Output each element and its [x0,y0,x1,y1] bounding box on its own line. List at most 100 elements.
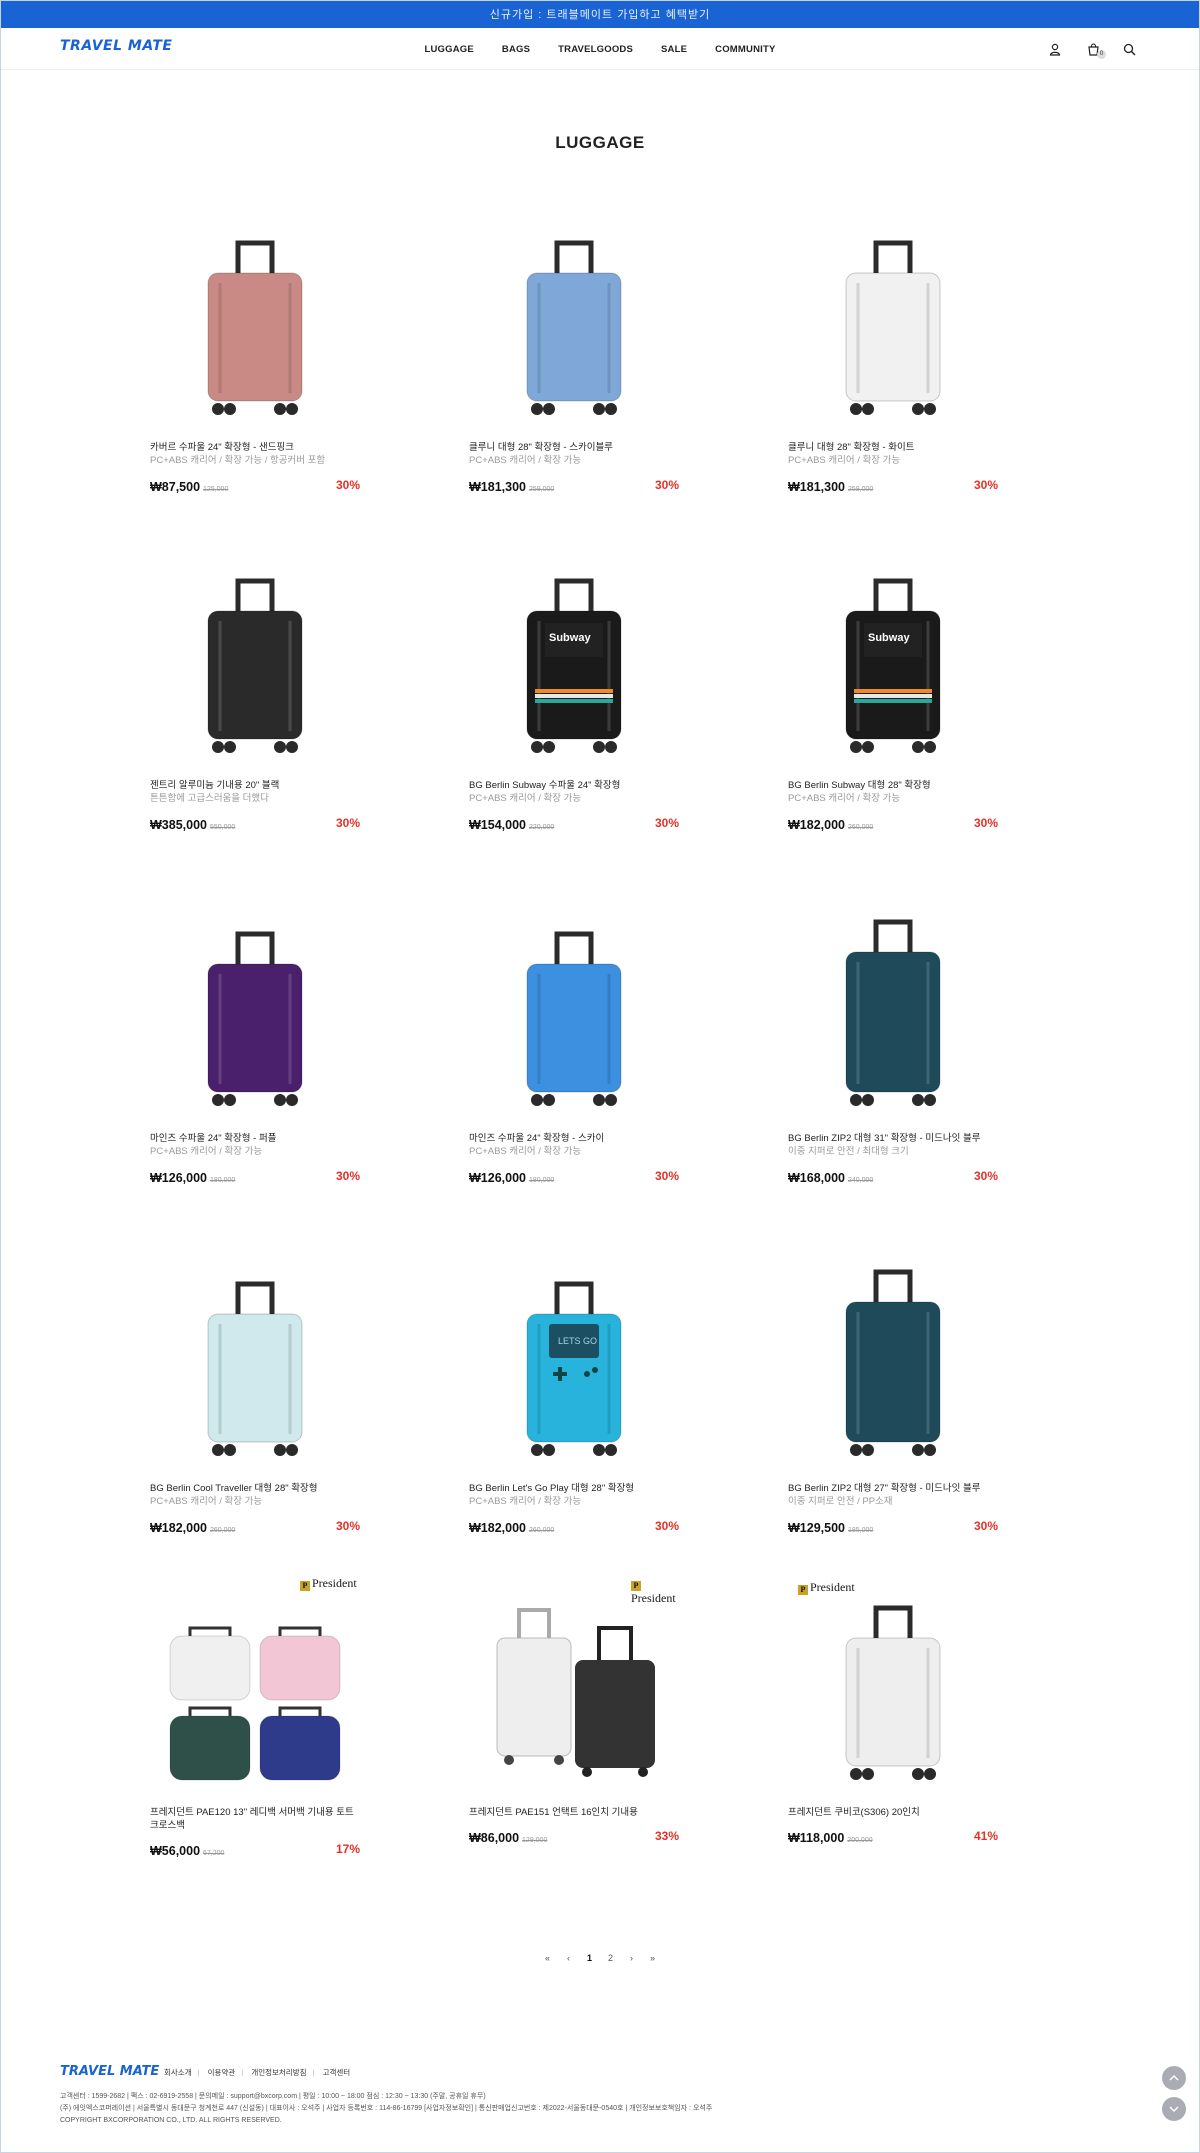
original-price: 259,000 [847,486,874,493]
discount-rate: 30% [973,816,998,830]
product-image[interactable] [150,551,360,761]
product-image[interactable]: LETS GO [469,1254,679,1464]
product-card[interactable]: 클루니 대형 28" 확장형 - 화이트 PC+ABS 캐리어 / 확장 가능 ₩1… [788,213,998,494]
scroll-bottom-button[interactable] [1162,2097,1186,2121]
first-page-button[interactable]: « [537,1953,558,1963]
nav-item-sale[interactable]: SALE [661,44,687,55]
product-name[interactable]: BG Berlin Let's Go Play 대형 28" 확장형 [469,1482,679,1495]
product-image[interactable] [150,1578,360,1788]
search-icon[interactable] [1120,40,1138,58]
product-image[interactable] [150,1254,360,1464]
product-name[interactable]: 클루니 대형 28" 확장형 - 스카이블루 [469,441,679,454]
sale-price: ₩182,000 [469,1521,526,1535]
product-card[interactable]: 마인즈 수파울 24" 확장형 - 스카이 PC+ABS 캐리어 / 확장 가능 ₩… [469,904,679,1185]
nav-item-bags[interactable]: BAGS [502,44,530,55]
product-name[interactable]: BG Berlin Subway 대형 28" 확장형 [788,779,998,792]
product-desc: PC+ABS 캐리어 / 확장 가능 / 항공커버 포함 [150,455,326,466]
product-card[interactable]: 마인즈 수파울 24" 확장형 - 퍼플 PC+ABS 캐리어 / 확장 가능 ₩1… [150,904,360,1185]
discount-rate: 30% [335,1169,360,1183]
price-row: ₩118,000 200,000 41% [788,1829,998,1845]
original-price: 125,000 [203,486,229,493]
product-card[interactable]: LETS GO BG Berlin Let's Go Play 대형 28" 확장… [469,1254,679,1535]
product-image[interactable] [150,213,360,423]
footer-link-privacy[interactable]: 개인정보처리방침 [251,2068,306,2077]
product-name[interactable]: 프레지던트 PAE151 언택트 16인치 기내용 [469,1806,679,1819]
nav-item-community[interactable]: COMMUNITY [715,44,775,55]
product-card[interactable]: 카버르 수파울 24" 확장형 - 샌드핑크 PC+ABS 캐리어 / 확장 가능… [150,213,360,494]
product-image[interactable] [788,1578,998,1788]
product-card[interactable]: BG Berlin ZIP2 대형 31" 확장형 - 미드나잇 블루 이중 지퍼… [788,904,998,1185]
product-image[interactable] [469,1578,679,1788]
product-name[interactable]: 클루니 대형 28" 확장형 - 화이트 [788,441,998,454]
product-image[interactable] [788,904,998,1114]
footer-copyright: COPYRIGHT BXCORPORATION CO., LTD. ALL RI… [60,2117,282,2124]
price-row: ₩154,000 220,000 30% [469,816,679,832]
product-image[interactable] [150,904,360,1114]
product-card[interactable]: 프레지던트 PAE120 13" 레디백 서머백 기내용 토트 크로스백 ₩56,… [150,1576,360,1858]
user-icon[interactable] [1046,40,1064,58]
product-name[interactable]: 마인즈 수파울 24" 확장형 - 스카이 [469,1132,679,1145]
nav-item-travelgoods[interactable]: TRAVELGOODS [558,44,633,55]
product-image[interactable]: Subway [469,551,679,761]
product-name[interactable]: 젠트리 알루미늄 기내용 20" 블랙 [150,779,360,792]
product-card[interactable]: 프레지던트 쿠비코(S306) 20인치 ₩118,000 200,000 41% P P… [788,1578,998,1845]
product-image[interactable]: Subway [788,551,998,761]
footer-link-about[interactable]: 회사소개 [164,2068,192,2077]
product-card[interactable]: BG Berlin ZIP2 대형 27" 확장형 - 미드나잇 블루 이중 지퍼… [788,1254,998,1535]
product-name[interactable]: BG Berlin Cool Traveller 대형 28" 확장형 [150,1482,360,1495]
product-card[interactable]: BG Berlin Cool Traveller 대형 28" 확장형 PC+AB… [150,1254,360,1535]
product-card[interactable]: 클루니 대형 28" 확장형 - 스카이블루 PC+ABS 캐리어 / 확장 가능… [469,213,679,494]
product-card[interactable]: Subway BG Berlin Subway 수파울 24" 확장형 PC+ABS… [469,551,679,832]
site-logo[interactable]: TRAVEL MATE [60,38,172,54]
prev-page-button[interactable]: ‹ [558,1953,579,1963]
product-desc: 이중 지퍼로 안전 / 최대형 크기 [788,1146,909,1157]
product-image[interactable] [788,213,998,423]
product-name[interactable]: 카버르 수파울 24" 확장형 - 샌드핑크 [150,441,360,454]
sale-price: ₩118,000 [788,1831,845,1845]
page-2-button[interactable]: 2 [600,1953,621,1963]
scroll-top-button[interactable] [1162,2066,1186,2090]
sale-price: ₩86,000 [469,1831,520,1845]
discount-rate: 30% [335,816,360,830]
nav-item-luggage[interactable]: LUGGAGE [424,44,473,55]
chevron-down-icon [1169,2106,1179,2112]
product-card[interactable]: 젠트리 알루미늄 기내용 20" 블랙 튼튼함에 고급스러움을 더했다 ₩385,0… [150,551,360,832]
discount-rate: 30% [654,1169,679,1183]
product-desc: PC+ABS 캐리어 / 확장 가능 [469,1496,582,1507]
footer-link-terms[interactable]: 이용약관 [208,2068,236,2077]
original-price: 550,000 [209,824,236,831]
product-card[interactable]: Subway BG Berlin Subway 대형 28" 확장형 PC+ABS … [788,551,998,832]
original-price: 129,000 [522,1837,548,1844]
product-name[interactable]: 프레지던트 PAE120 13" 레디백 서머백 기내용 토트 크로스백 [150,1806,360,1832]
product-name[interactable]: 프레지던트 쿠비코(S306) 20인치 [788,1806,998,1819]
original-price: 259,000 [528,486,555,493]
sale-price: ₩182,000 [788,818,845,832]
next-page-button[interactable]: › [621,1953,642,1963]
pagination: « ‹ 1 2 › » [0,1953,1200,1963]
price-row: ₩182,000 260,000 30% [150,1519,360,1535]
price-row: ₩86,000 129,000 33% [469,1829,679,1845]
discount-rate: 30% [654,478,679,492]
product-name[interactable]: 마인즈 수파울 24" 확장형 - 퍼플 [150,1132,360,1145]
product-name[interactable]: BG Berlin ZIP2 대형 27" 확장형 - 미드나잇 블루 [788,1482,998,1495]
footer-info: 고객센터 : 1599-2682 | 팩스 : 02-6919-2558 | 문… [60,2091,712,2127]
original-price: 260,000 [847,824,874,831]
sale-price: ₩56,000 [150,1844,201,1858]
cart-icon[interactable]: 0 [1084,40,1106,59]
original-price: 200,000 [847,1837,873,1844]
page-1-button[interactable]: 1 [579,1953,600,1963]
discount-rate: 30% [654,1519,679,1533]
product-image[interactable] [469,904,679,1114]
top-banner[interactable]: 신규가입 : 트래블메이트 가입하고 혜택받기 [0,0,1200,28]
site-header: TRAVEL MATE LUGGAGE BAGS TRAVELGOODS SAL… [0,28,1200,70]
product-image[interactable] [469,213,679,423]
president-brand-logo: PPresident [631,1581,676,1605]
product-name[interactable]: BG Berlin ZIP2 대형 31" 확장형 - 미드나잇 블루 [788,1132,998,1145]
footer-logo[interactable]: TRAVEL MATE [60,2064,159,2079]
product-image[interactable] [788,1254,998,1464]
product-name[interactable]: BG Berlin Subway 수파울 24" 확장형 [469,779,679,792]
last-page-button[interactable]: » [642,1953,663,1963]
president-brand-logo: PPresident [300,1576,357,1591]
footer-link-support[interactable]: 고객센터 [323,2068,351,2077]
product-card[interactable]: 프레지던트 PAE151 언택트 16인치 기내용 ₩86,000 129,000 3… [469,1578,679,1845]
